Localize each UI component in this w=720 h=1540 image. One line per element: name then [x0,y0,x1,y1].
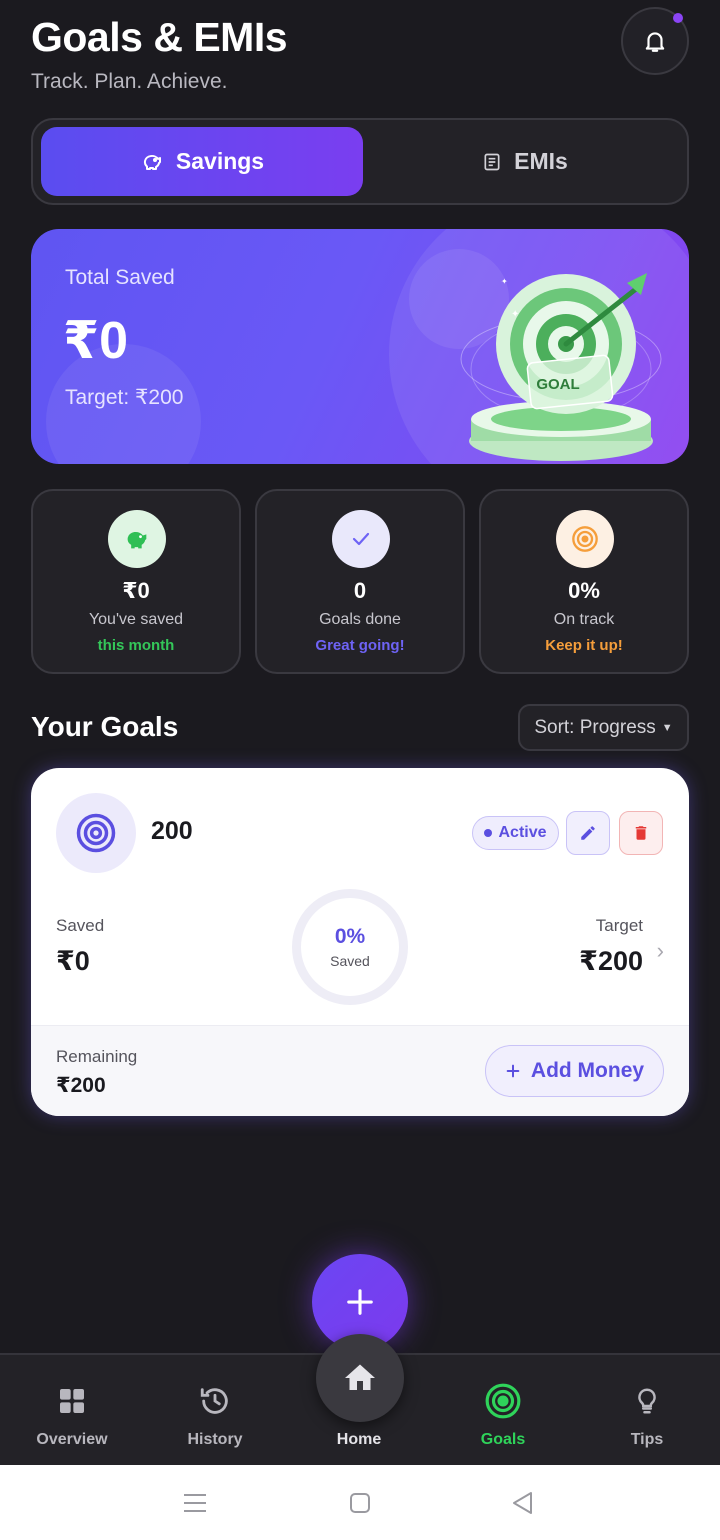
nav-overview-label: Overview [36,1431,108,1448]
remaining-label: Remaining [56,1047,138,1066]
tab-savings-label: Savings [175,148,265,174]
progress-sub-label: Saved [330,953,370,969]
notifications-button[interactable] [621,7,689,75]
nav-overview[interactable]: Overview [0,1355,144,1467]
delete-goal-button[interactable] [619,811,663,855]
total-saved-amount: ₹0 [63,312,129,370]
stat-saved-note: this month [97,637,175,654]
target-icon [556,510,614,568]
plus-icon [347,1289,373,1315]
notification-dot [673,13,683,23]
stat-card-saved: ₹0 You've saved this month [31,489,241,674]
tab-savings[interactable]: Savings [41,127,363,196]
edit-goal-button[interactable] [566,811,610,855]
piggy-bank-icon [143,154,161,170]
stat-goals-value: 0 [353,578,367,603]
stat-goals-label: Goals done [319,611,401,628]
saved-value: ₹0 [56,946,90,976]
stat-card-on-track: 0% On track Keep it up! [479,489,689,674]
page-title: Goals & EMIs [31,14,288,60]
progress-percent: 0% [334,925,366,948]
home-button[interactable] [316,1334,404,1422]
page-subtitle: Track. Plan. Achieve. [31,70,228,93]
stat-track-label: On track [553,611,615,628]
bulb-icon [632,1383,662,1419]
tab-emis[interactable]: EMIs [369,127,681,196]
check-icon [332,510,390,568]
nav-tips-label: Tips [630,1431,664,1448]
stat-card-goals-done: 0 Goals done Great going! [255,489,465,674]
stat-saved-value: ₹0 [122,578,150,603]
nav-history-label: History [187,1431,243,1448]
stat-goals-note: Great going! [315,637,405,654]
nav-goals[interactable]: Goals [431,1355,575,1467]
target-value: ₹200 [579,946,643,976]
progress-ring: 0% Saved [292,889,408,1005]
goal-card-footer: Remaining ₹200 Add Money [31,1025,689,1116]
sort-label: Sort: Progress [534,716,656,738]
system-nav-bar [0,1465,720,1540]
system-back-icon[interactable] [511,1491,533,1515]
stat-track-value: 0% [568,578,600,603]
goal-card[interactable]: 200 Active Saved ₹0 0% Saved Target ₹200… [31,768,689,1116]
status-badge-label: Active [498,824,547,841]
piggy-bank-icon [108,510,166,568]
tab-emis-label: EMIs [514,148,568,174]
bell-icon [645,32,665,52]
recent-apps-icon[interactable] [183,1493,207,1513]
chevron-right-icon[interactable]: › [657,938,664,964]
sort-dropdown[interactable]: Sort: Progress ▼ [518,704,689,751]
stat-track-note: Keep it up! [545,637,623,654]
nav-home-label: Home [336,1431,382,1448]
goal-name: 200 [151,817,193,845]
target-icon [484,1383,522,1419]
remaining-value: ₹200 [56,1074,106,1097]
svg-text:✦: ✦ [501,277,508,286]
svg-text:✦: ✦ [511,309,519,320]
target-label: Target [595,916,643,935]
trash-icon [635,826,647,840]
goal-label-text: GOAL [536,376,579,393]
nav-tips[interactable]: Tips [575,1355,719,1467]
nav-goals-label: Goals [480,1431,526,1448]
pencil-icon [581,826,595,840]
segment-tabs: Savings EMIs [31,118,689,205]
add-money-label: Add Money [530,1059,645,1082]
plus-icon [506,1064,520,1078]
stat-saved-label: You've saved [88,611,184,628]
total-saved-target: Target: ₹200 [65,386,184,409]
grid-icon [56,1383,88,1419]
total-saved-card: Total Saved ₹0 Target: ₹200 GOAL ✦ ✦ [31,229,689,464]
caret-down-icon: ▼ [661,721,673,734]
history-icon [198,1383,232,1419]
nav-history[interactable]: History [143,1355,287,1467]
saved-label: Saved [56,916,105,935]
status-badge: Active [472,816,559,850]
home-icon [345,1364,375,1390]
system-home-icon[interactable] [349,1492,371,1514]
add-money-button[interactable]: Add Money [485,1045,664,1097]
receipt-icon [484,153,500,170]
total-saved-label: Total Saved [65,266,175,289]
goal-target-illustration: GOAL ✦ ✦ [460,273,662,461]
goal-target-icon [56,793,136,873]
your-goals-title: Your Goals [31,711,179,742]
